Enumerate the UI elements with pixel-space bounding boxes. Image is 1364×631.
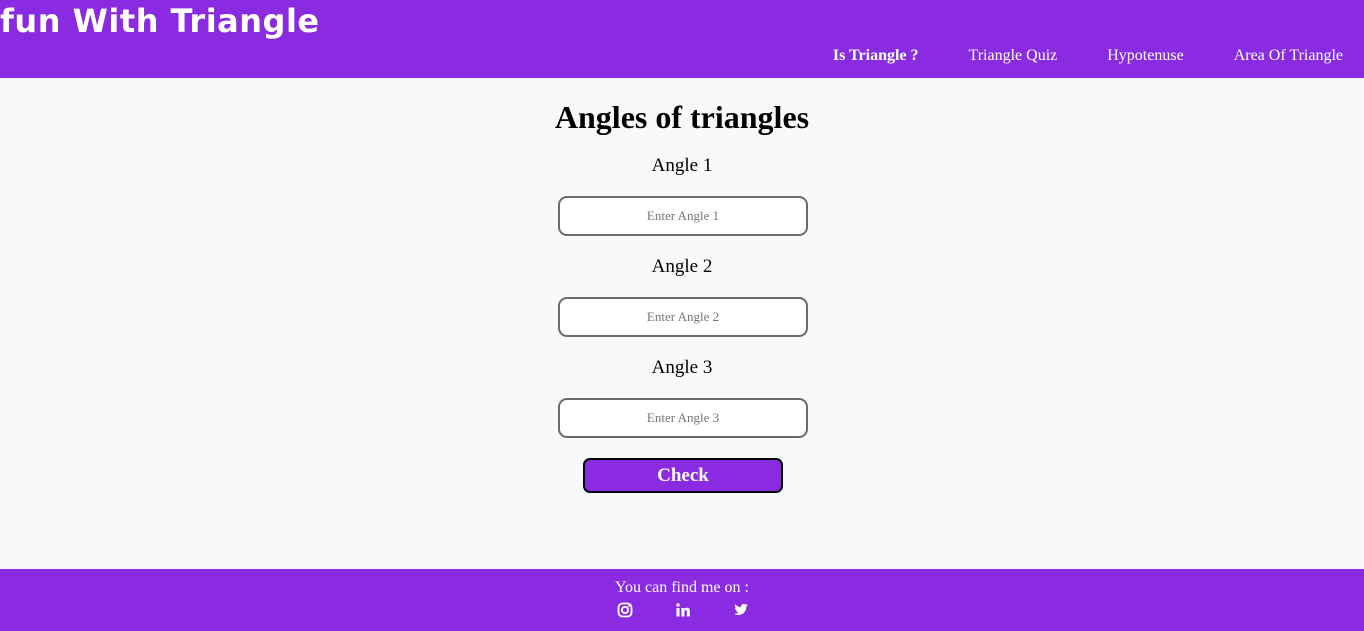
main-nav: Is Triangle ? Triangle Quiz Hypotenuse A… bbox=[833, 47, 1343, 65]
angle-2-label: Angle 2 bbox=[651, 256, 713, 277]
page-title: Angles of triangles bbox=[554, 99, 810, 135]
brand-title: fun With Triangle bbox=[0, 2, 320, 40]
footer-text: You can find me on : bbox=[615, 579, 749, 596]
nav-area-of-triangle[interactable]: Area Of Triangle bbox=[1234, 47, 1343, 65]
angle-3-label: Angle 3 bbox=[651, 357, 713, 378]
angle-2-input[interactable] bbox=[558, 297, 808, 337]
linkedin-icon[interactable] bbox=[675, 602, 691, 618]
angle-3-input[interactable] bbox=[558, 398, 808, 438]
twitter-icon[interactable] bbox=[733, 602, 749, 618]
nav-triangle-quiz[interactable]: Triangle Quiz bbox=[969, 47, 1058, 65]
angle-1-input[interactable] bbox=[558, 196, 808, 236]
top-navbar: fun With Triangle Is Triangle ? Triangle… bbox=[0, 0, 1364, 78]
main-content: Angles of triangles Angle 1 Angle 2 Angl… bbox=[0, 78, 1364, 569]
nav-is-triangle[interactable]: Is Triangle ? bbox=[833, 47, 919, 65]
check-button[interactable]: Check bbox=[583, 458, 783, 493]
nav-hypotenuse[interactable]: Hypotenuse bbox=[1107, 47, 1183, 65]
angle-1-label: Angle 1 bbox=[651, 155, 713, 176]
footer: You can find me on : bbox=[0, 569, 1364, 631]
instagram-icon[interactable] bbox=[617, 602, 633, 618]
